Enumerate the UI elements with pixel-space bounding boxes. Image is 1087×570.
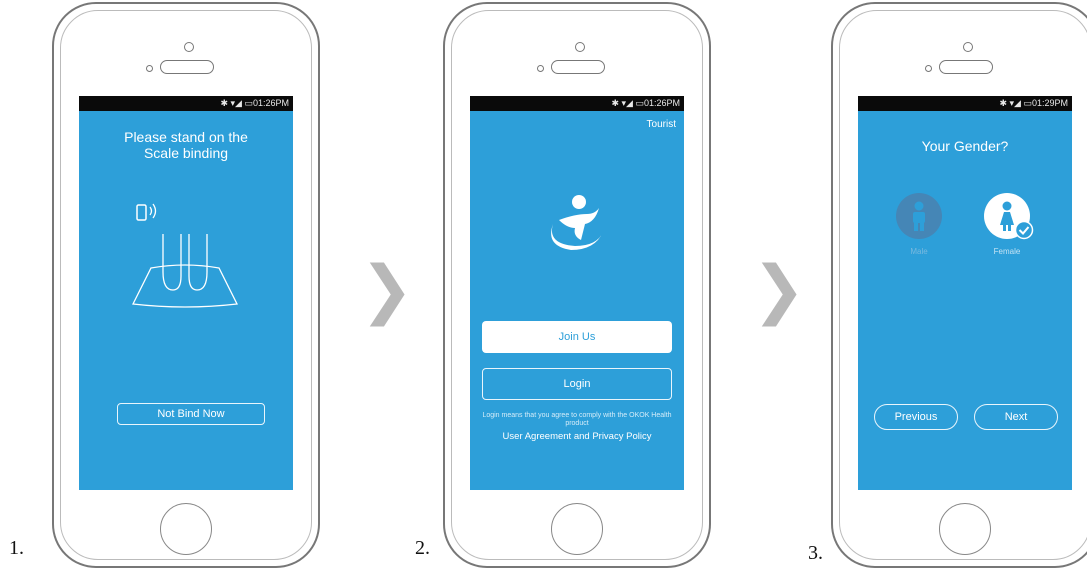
home-button[interactable] [551,503,603,555]
next-step-arrow-icon: ❯ [360,253,414,327]
status-bar: ✱ ▾◢ ▭01:26PM [470,96,684,111]
page-title: Please stand on the Scale binding [124,129,248,161]
page-title: Your Gender? [921,138,1009,154]
home-button[interactable] [939,503,991,555]
next-step-arrow-icon: ❯ [752,253,806,327]
previous-button[interactable]: Previous [874,404,958,430]
male-option[interactable] [896,193,942,239]
screen-welcome: ✱ ▾◢ ▭01:26PM Tourist Join Us Login Logi… [470,96,684,490]
terms-notice: Login means that you agree to comply wit… [482,412,672,427]
camera-icon [963,42,973,52]
next-button[interactable]: Next [974,404,1058,430]
scale-with-feet-icon [132,234,238,308]
status-bar: ✱ ▾◢ ▭01:29PM [858,96,1072,111]
screen-scale-binding: ✱ ▾◢ ▭01:26PM Please stand on the Scale … [79,96,293,490]
speaker-icon [160,60,214,74]
phone-frame-1: ✱ ▾◢ ▭01:26PM Please stand on the Scale … [52,2,320,568]
sensor-icon [925,65,932,72]
sensor-icon [537,65,544,72]
tourist-link[interactable]: Tourist [647,119,676,130]
male-icon [913,201,925,231]
join-us-button[interactable]: Join Us [482,321,672,353]
camera-icon [575,42,585,52]
login-button[interactable]: Login [482,368,672,400]
user-agreement-link[interactable]: User Agreement and Privacy Policy [470,431,684,442]
speaker-icon [551,60,605,74]
screen-gender-select: ✱ ▾◢ ▭01:29PM Your Gender? Male Female P… [858,96,1072,490]
step-number-2: 2. [415,537,430,559]
camera-icon [184,42,194,52]
phone-signal-icon [136,203,157,221]
step-number-1: 1. [9,537,24,559]
sensor-icon [146,65,153,72]
not-bind-now-button[interactable]: Not Bind Now [117,403,265,425]
male-label: Male [910,247,928,256]
phone-frame-3: ✱ ▾◢ ▭01:29PM Your Gender? Male Female P… [831,2,1087,568]
female-label: Female [993,247,1021,256]
step-number-3: 3. [808,542,823,564]
checkmark-icon [1014,220,1034,240]
home-button[interactable] [160,503,212,555]
status-bar: ✱ ▾◢ ▭01:26PM [79,96,293,111]
app-logo-icon [551,195,603,250]
phone-frame-2: ✱ ▾◢ ▭01:26PM Tourist Join Us Login Logi… [443,2,711,568]
speaker-icon [939,60,993,74]
